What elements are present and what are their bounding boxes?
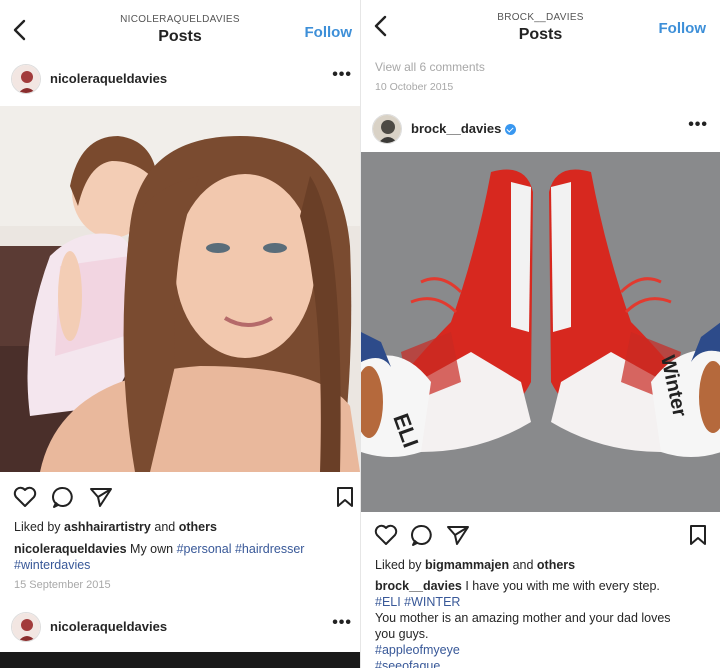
post-date: 15 September 2015	[14, 579, 111, 591]
post-photo[interactable]: ELI Winter	[361, 152, 720, 512]
bookmark-icon[interactable]	[332, 484, 358, 510]
avatar[interactable]	[11, 64, 41, 94]
liked-by-others[interactable]: others	[179, 520, 217, 534]
caption-line-3: You mother is an amazing mother and your…	[375, 611, 671, 625]
likes-line: Liked by bigmammajen and others	[375, 557, 710, 573]
caption-username[interactable]: nicoleraqueldavies	[14, 542, 127, 556]
caption: brock__davies I have you with me with ev…	[375, 578, 710, 668]
next-post-header: nicoleraqueldavies •••	[0, 606, 360, 652]
liked-by-user[interactable]: ashhairartistry	[64, 520, 151, 534]
avatar[interactable]	[11, 612, 41, 642]
post-photo[interactable]	[0, 106, 360, 472]
post-header: nicoleraqueldavies •••	[0, 58, 360, 104]
liked-by-others[interactable]: others	[537, 558, 575, 572]
view-comments-link[interactable]: View all 6 comments	[375, 59, 710, 75]
post-username: brock__davies	[411, 121, 517, 136]
heart-icon[interactable]	[373, 522, 399, 548]
share-icon[interactable]	[445, 522, 471, 548]
more-options-icon[interactable]: •••	[688, 116, 708, 134]
likes-line: Liked by ashhairartistry and others	[14, 519, 350, 535]
hashtags-eli-winter[interactable]: #ELI #WINTER	[375, 595, 460, 609]
verified-badge-icon	[505, 124, 517, 136]
left-header: NICOLERAQUELDAVIES Posts Follow	[0, 0, 360, 56]
comment-icon[interactable]	[50, 484, 76, 510]
caption-line-4: you guys.	[375, 627, 429, 641]
caption-text: I have you with me with every step.	[461, 579, 660, 593]
post-header: brock__davies •••	[361, 108, 720, 154]
follow-button[interactable]: Follow	[305, 24, 353, 41]
liked-by-user[interactable]: bigmammajen	[425, 558, 509, 572]
post-username-text[interactable]: brock__davies	[411, 121, 501, 136]
heart-icon[interactable]	[12, 484, 38, 510]
hashtag-winterdavies[interactable]: #winterdavies	[14, 558, 90, 572]
post-username[interactable]: nicoleraqueldavies	[50, 71, 167, 86]
hashtag-hairdresser[interactable]: #hairdresser	[235, 542, 304, 556]
follow-button[interactable]: Follow	[659, 20, 707, 37]
post-username[interactable]: nicoleraqueldavies	[50, 619, 167, 634]
caption: nicoleraqueldavies My own #personal #hai…	[14, 541, 350, 573]
left-post-panel: NICOLERAQUELDAVIES Posts Follow nicolera…	[0, 0, 360, 668]
prev-post-date: 10 October 2015	[375, 81, 454, 93]
caption-username[interactable]: brock__davies	[375, 579, 462, 593]
likes-prefix: Liked by	[375, 558, 426, 572]
hashtag-appleofmyeye[interactable]: #appleofmyeye	[375, 643, 460, 657]
more-options-icon[interactable]: •••	[332, 66, 352, 84]
bookmark-icon[interactable]	[685, 522, 711, 548]
avatar[interactable]	[372, 114, 402, 144]
comment-icon[interactable]	[409, 522, 435, 548]
hashtag-personal[interactable]: #personal	[177, 542, 232, 556]
share-icon[interactable]	[88, 484, 114, 510]
right-header: BROCK__DAVIES Posts Follow	[361, 0, 720, 56]
post-actions	[361, 522, 720, 552]
caption-text: My own	[126, 542, 177, 556]
likes-mid: and	[150, 520, 179, 534]
hashtag-last[interactable]: #seeofague	[375, 659, 440, 668]
next-post-photo[interactable]	[0, 652, 360, 668]
more-options-icon[interactable]: •••	[332, 614, 352, 632]
likes-prefix: Liked by	[14, 520, 65, 534]
post-actions	[0, 484, 360, 514]
right-post-panel: BROCK__DAVIES Posts Follow View all 6 co…	[360, 0, 720, 668]
likes-mid: and	[509, 558, 537, 572]
